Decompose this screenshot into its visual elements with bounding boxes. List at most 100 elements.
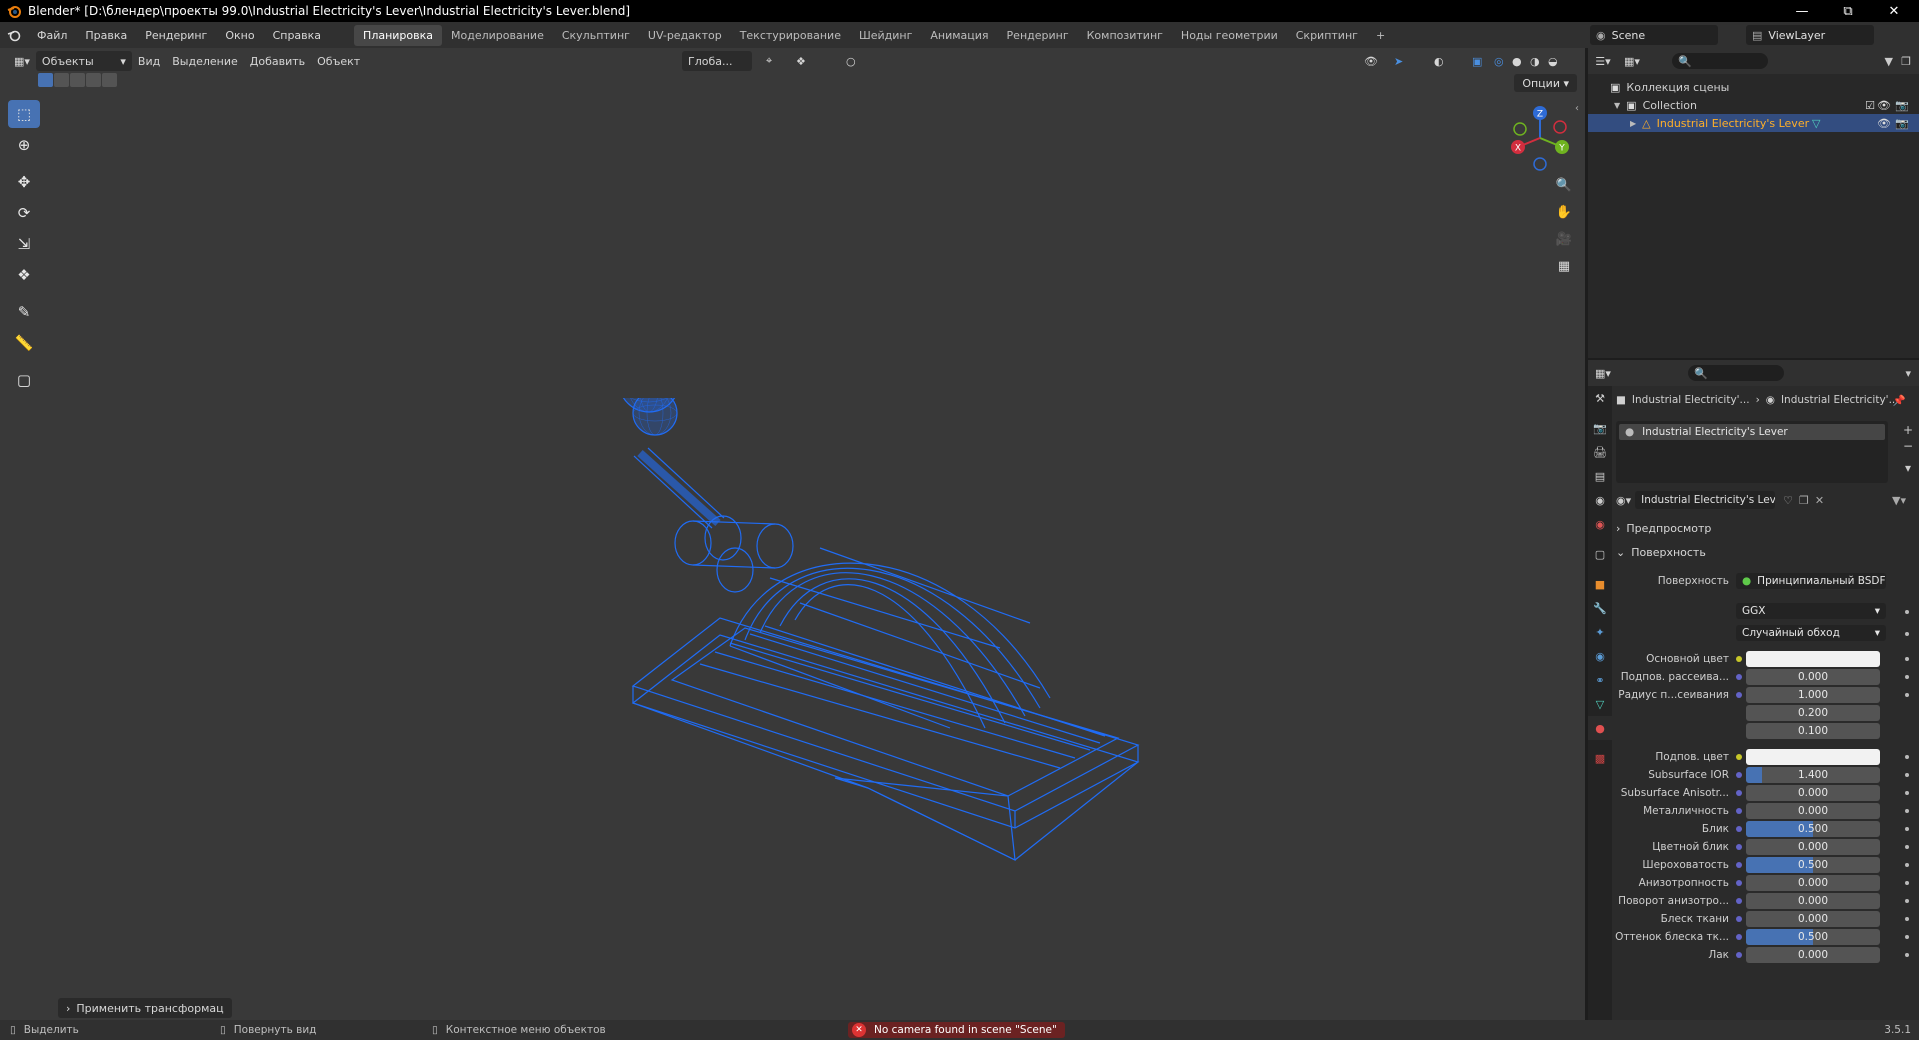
socket-dot-icon[interactable] — [1736, 916, 1742, 922]
preview-panel-header[interactable]: › Предпросмотр — [1616, 522, 1711, 535]
socket-dot-icon[interactable] — [1736, 862, 1742, 868]
remove-slot-button[interactable]: − — [1903, 438, 1913, 454]
number-field[interactable]: 0.000 — [1746, 669, 1880, 685]
tab-rendering[interactable]: Рендеринг — [998, 25, 1078, 46]
keyframe-dot[interactable] — [1905, 845, 1909, 849]
rendered-shading-icon[interactable]: ◒ — [1542, 51, 1564, 71]
number-field[interactable]: 1.400 — [1746, 767, 1880, 783]
add-slot-button[interactable]: + — [1903, 422, 1913, 438]
editor-type-icon[interactable]: ▦▾ — [8, 51, 36, 71]
menu-help[interactable]: Справка — [264, 29, 330, 42]
maximize-button[interactable]: ⧉ — [1825, 0, 1871, 22]
keyframe-dot[interactable] — [1905, 610, 1909, 614]
keyframe-dot[interactable] — [1905, 917, 1909, 921]
mesh-data-icon[interactable]: ▽ — [1812, 117, 1820, 130]
camera-icon[interactable]: 📷 — [1895, 117, 1909, 130]
add-cube-tool-icon[interactable]: ▢ — [8, 366, 40, 394]
distribution-dropdown[interactable]: GGX ▾ — [1736, 603, 1886, 619]
particles-tab-icon[interactable]: ✦ — [1588, 620, 1612, 644]
number-field[interactable]: 0.000 — [1746, 893, 1880, 909]
expand-arrow-icon[interactable]: ▶ — [1630, 119, 1636, 128]
number-field[interactable]: 0.000 — [1746, 875, 1880, 891]
tab-compositing[interactable]: Композитинг — [1078, 25, 1172, 46]
menu-file[interactable]: Файл — [28, 29, 76, 42]
exclude-checkbox[interactable]: ☑ — [1865, 99, 1875, 112]
visibility-icon[interactable]: 👁 — [1358, 51, 1384, 71]
socket-dot-icon[interactable] — [1736, 898, 1742, 904]
scale-tool-icon[interactable]: ⇲ — [8, 230, 40, 258]
slot-menu-button[interactable]: ▾ — [1903, 460, 1913, 476]
pan-hand-icon[interactable]: ✋ — [1552, 200, 1576, 224]
select-new-icon[interactable] — [38, 73, 53, 87]
display-mode-icon[interactable]: ▦▾ — [1618, 55, 1646, 68]
keyframe-dot[interactable] — [1905, 632, 1909, 636]
unlink-material-icon[interactable]: ✕ — [1815, 494, 1824, 507]
collapse-sidebar-icon[interactable]: ‹ — [1575, 103, 1579, 114]
menu-object[interactable]: Объект — [311, 51, 366, 71]
number-field[interactable]: 0.000 — [1746, 785, 1880, 801]
keyframe-dot[interactable] — [1905, 863, 1909, 867]
socket-dot-icon[interactable] — [1736, 674, 1742, 680]
navigation-gizmo[interactable]: Z Y X — [1505, 103, 1575, 173]
tab-shading[interactable]: Шейдинг — [850, 25, 921, 46]
select-box-tool-icon[interactable]: ⬚ — [8, 100, 40, 128]
keyframe-dot[interactable] — [1905, 657, 1909, 661]
output-tab-icon[interactable]: 🖨 — [1588, 440, 1612, 464]
scene-selector[interactable]: ◉ Scene — [1590, 25, 1718, 45]
number-field[interactable]: 0.000 — [1746, 947, 1880, 963]
pivot-point-icon[interactable]: ⌖ — [760, 51, 778, 71]
world-tab-icon[interactable]: ◉ — [1588, 512, 1612, 536]
properties-search-input[interactable]: 🔍 — [1688, 365, 1784, 381]
socket-dot-icon[interactable] — [1736, 656, 1742, 662]
outliner-row-object[interactable]: ▶ △ Industrial Electricity's Lever ▽ 👁 📷 — [1588, 114, 1919, 132]
physics-tab-icon[interactable]: ◉ — [1588, 644, 1612, 668]
pin-icon[interactable]: 📌 — [1893, 394, 1906, 407]
menu-select[interactable]: Выделение — [166, 51, 244, 71]
transform-tool-icon[interactable]: ❖ — [8, 261, 40, 289]
keyframe-dot[interactable] — [1905, 935, 1909, 939]
tab-sculpting[interactable]: Скульптинг — [553, 25, 639, 46]
3d-viewport[interactable]: ▦▾ Объекты ▾ Вид Выделение Добавить Объек… — [0, 48, 1585, 1020]
keyframe-dot[interactable] — [1905, 827, 1909, 831]
select-intersect-icon[interactable] — [102, 73, 117, 87]
object-tab-icon[interactable]: ■ — [1588, 572, 1612, 596]
gizmo-toggle-icon[interactable]: ➤ — [1388, 51, 1409, 71]
link-type-icon[interactable]: ▼▾ — [1892, 494, 1906, 507]
outliner-search-input[interactable]: 🔍 — [1672, 53, 1768, 69]
outliner-row-scene-collection[interactable]: ▣ Коллекция сцены — [1588, 78, 1919, 96]
tab-layout[interactable]: Планировка — [354, 24, 443, 46]
close-window-button[interactable]: ✕ — [1871, 0, 1917, 22]
snap-icon[interactable]: ❖ — [790, 51, 812, 71]
cursor-tool-icon[interactable]: ⊕ — [8, 131, 40, 159]
keyframe-dot[interactable] — [1905, 899, 1909, 903]
number-field[interactable]: 0.500 — [1746, 857, 1880, 873]
new-collection-icon[interactable]: ❐ — [1901, 55, 1911, 68]
select-extend-icon[interactable] — [54, 73, 69, 87]
number-field[interactable]: 0.000 — [1746, 911, 1880, 927]
redo-last-panel[interactable]: › Применить трансформац — [58, 998, 232, 1018]
error-report[interactable]: ✕ No camera found in scene "Scene" — [848, 1022, 1065, 1038]
select-subtract-icon[interactable] — [70, 73, 85, 87]
constraints-tab-icon[interactable]: ⚭ — [1588, 668, 1612, 692]
texture-tab-icon[interactable]: ▩ — [1588, 746, 1612, 770]
camera-icon[interactable]: 📷 — [1895, 99, 1909, 112]
surface-panel-header[interactable]: ⌄ Поверхность — [1616, 546, 1706, 559]
number-field[interactable]: 0.000 — [1746, 803, 1880, 819]
material-slot-item[interactable]: ● Industrial Electricity's Lever — [1619, 424, 1885, 440]
socket-dot-icon[interactable] — [1736, 934, 1742, 940]
menu-view[interactable]: Вид — [132, 51, 166, 71]
zoom-icon[interactable]: 🔍 — [1552, 173, 1576, 197]
collection-tab-icon[interactable]: ▢ — [1588, 542, 1612, 566]
move-tool-icon[interactable]: ✥ — [8, 168, 40, 196]
number-field[interactable]: 0.200 — [1746, 705, 1880, 721]
surface-shader-field[interactable]: ● Принципиальный BSDF — [1736, 573, 1886, 589]
material-tab-icon[interactable]: ● — [1588, 716, 1612, 740]
select-invert-icon[interactable] — [86, 73, 101, 87]
outliner-editor-type-icon[interactable]: ☰▾ — [1588, 55, 1618, 68]
material-name-field[interactable]: Industrial Electricity's Lever — [1635, 491, 1776, 509]
number-field[interactable]: 0.000 — [1746, 839, 1880, 855]
options-dropdown[interactable]: Опции ▾ — [1514, 74, 1577, 92]
tab-uv-editing[interactable]: UV-редактор — [639, 25, 731, 46]
annotate-tool-icon[interactable]: ✎ — [8, 298, 40, 326]
keyframe-dot[interactable] — [1905, 773, 1909, 777]
